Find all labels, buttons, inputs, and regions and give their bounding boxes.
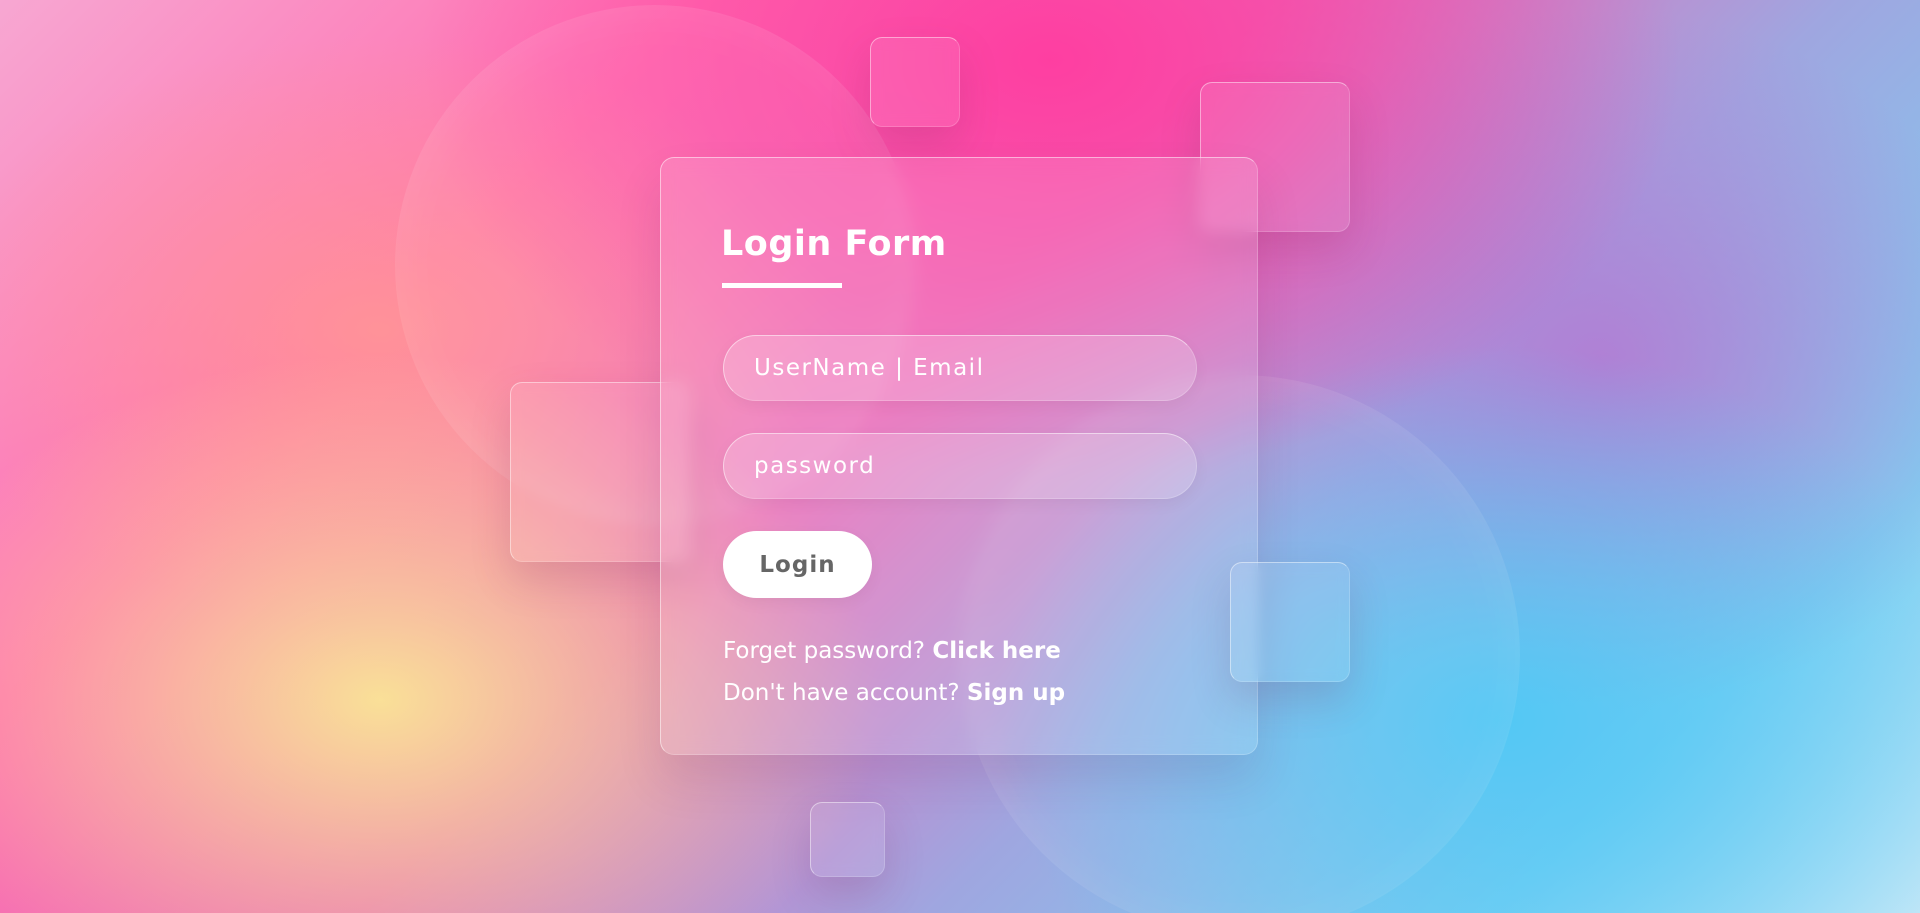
no-account-text: Don't have account?: [723, 680, 960, 706]
username-email-input[interactable]: [723, 335, 1197, 401]
password-input[interactable]: [723, 433, 1197, 499]
title-underline: [722, 283, 842, 288]
login-form-title: Login Form: [721, 224, 947, 264]
decorative-square: [1230, 562, 1350, 682]
forget-password-text: Forget password?: [723, 638, 926, 664]
sign-up-link[interactable]: Sign up: [967, 680, 1065, 706]
signup-line: Don't have account? Sign up: [723, 680, 1065, 706]
login-button[interactable]: Login: [723, 531, 872, 598]
forget-password-line: Forget password? Click here: [723, 638, 1061, 664]
click-here-link[interactable]: Click here: [932, 638, 1061, 664]
login-page-background: Login Form Login Forget password? Click …: [0, 0, 1920, 913]
login-form-card: Login Form Login Forget password? Click …: [660, 157, 1258, 755]
decorative-square: [810, 802, 885, 877]
decorative-square: [870, 37, 960, 127]
